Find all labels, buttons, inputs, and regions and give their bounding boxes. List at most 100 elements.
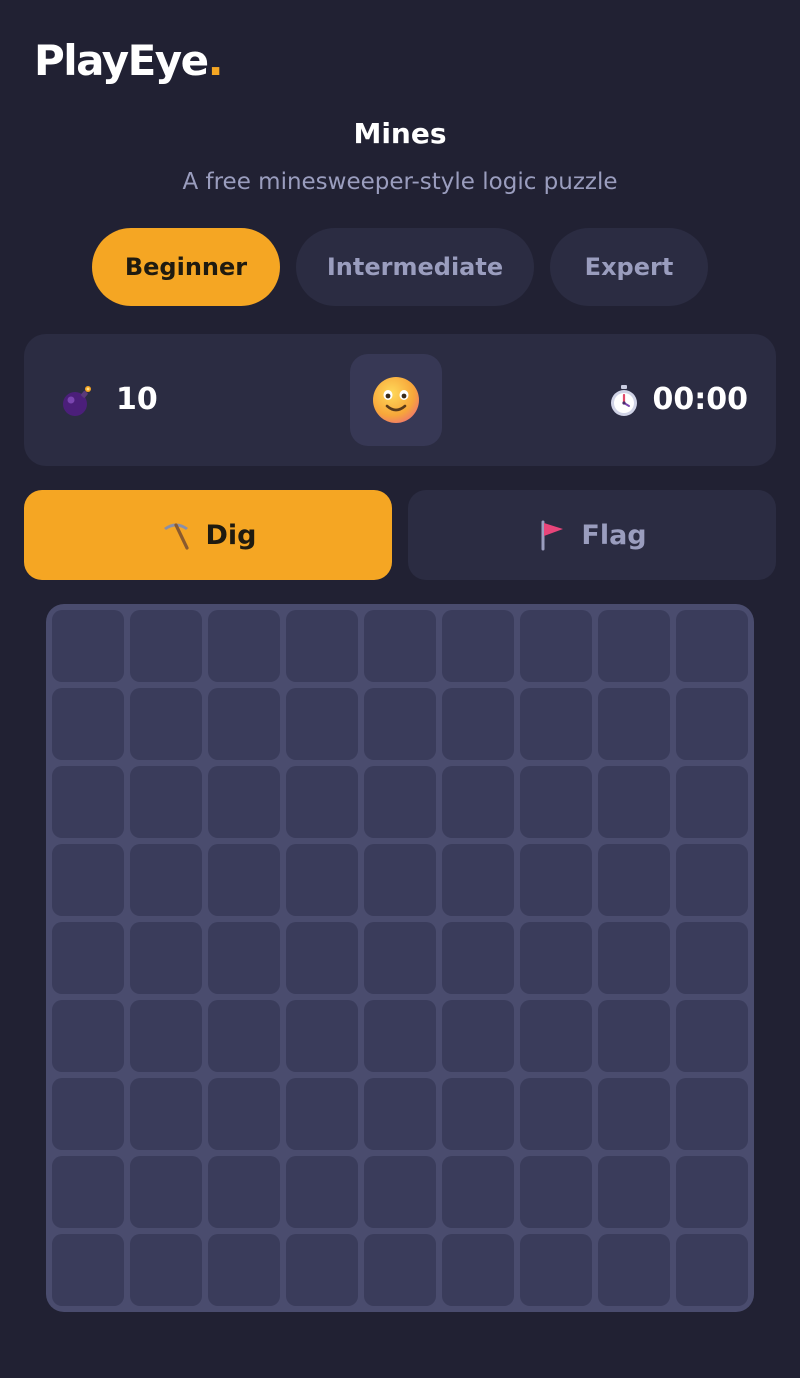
board-cell[interactable] [598,1000,670,1072]
board-cell[interactable] [520,1078,592,1150]
board-cell[interactable] [520,1000,592,1072]
board-cell[interactable] [52,1156,124,1228]
board-cell[interactable] [208,922,280,994]
board-cell[interactable] [130,610,202,682]
board-cell[interactable] [52,688,124,760]
board-cell[interactable] [286,766,358,838]
board-cell[interactable] [52,844,124,916]
board-cell[interactable] [520,922,592,994]
board-cell[interactable] [286,1234,358,1306]
board-cell[interactable] [364,1000,436,1072]
board-cell[interactable] [442,1000,514,1072]
board-cell[interactable] [52,1000,124,1072]
board-cell[interactable] [442,922,514,994]
board-cell[interactable] [676,1234,748,1306]
board-cell[interactable] [130,1078,202,1150]
board-cell[interactable] [676,688,748,760]
board-cell[interactable] [208,844,280,916]
board-cell[interactable] [520,688,592,760]
pickaxe-icon [163,523,189,550]
board-cell[interactable] [364,766,436,838]
board-cell[interactable] [364,844,436,916]
board-cell[interactable] [52,922,124,994]
board-cell[interactable] [364,610,436,682]
board-cell[interactable] [130,844,202,916]
board-cell[interactable] [598,1078,670,1150]
board-cell[interactable] [364,1156,436,1228]
board-cell[interactable] [598,610,670,682]
stopwatch-icon [611,385,637,416]
board-cell[interactable] [676,766,748,838]
board-cell[interactable] [286,922,358,994]
status-bar: 10 00:00 [24,334,776,466]
board-cell[interactable] [208,688,280,760]
flag-mode-label: Flag [581,519,647,551]
board-cell[interactable] [598,1234,670,1306]
board-cell[interactable] [130,1000,202,1072]
board-cell[interactable] [676,922,748,994]
board-cell[interactable] [598,766,670,838]
board-cell[interactable] [286,1000,358,1072]
board-cell[interactable] [364,688,436,760]
page-title: Mines [353,117,447,150]
board-cell[interactable] [598,922,670,994]
board-cell[interactable] [130,1156,202,1228]
bomb-icon [63,386,91,416]
board-cell[interactable] [676,1078,748,1150]
difficulty-expert-button[interactable]: Expert [550,228,708,306]
board-cell[interactable] [598,688,670,760]
board-cell[interactable] [520,766,592,838]
board-cell[interactable] [598,1156,670,1228]
board-cell[interactable] [52,1078,124,1150]
board-cell[interactable] [130,1234,202,1306]
board-cell[interactable] [286,1078,358,1150]
board-cell[interactable] [676,610,748,682]
flag-mode-button[interactable]: Flag [408,490,776,580]
reset-face-button[interactable] [350,354,442,446]
board-cell[interactable] [520,1156,592,1228]
board-cell[interactable] [52,610,124,682]
board-cell[interactable] [442,1234,514,1306]
board-cell[interactable] [520,844,592,916]
difficulty-intermediate-button[interactable]: Intermediate [296,228,534,306]
board-cell[interactable] [130,688,202,760]
board-cell[interactable] [286,1156,358,1228]
board-cell[interactable] [520,610,592,682]
game-board [46,604,754,1312]
board-cell[interactable] [208,766,280,838]
board-cell[interactable] [286,688,358,760]
difficulty-beginner-button[interactable]: Beginner [92,228,280,306]
board-cell[interactable] [208,1234,280,1306]
board-cell[interactable] [442,766,514,838]
board-cell[interactable] [208,610,280,682]
board-cell[interactable] [130,766,202,838]
dig-mode-button[interactable]: Dig [24,490,392,580]
page-subtitle: A free minesweeper-style logic puzzle [182,169,618,195]
board-cell[interactable] [598,844,670,916]
board-cell[interactable] [130,922,202,994]
board-cell[interactable] [286,610,358,682]
board-cell[interactable] [364,922,436,994]
board-cell[interactable] [208,1078,280,1150]
brand-logo[interactable]: PlayEye. [34,34,224,88]
board-cell[interactable] [442,610,514,682]
board-cell[interactable] [442,688,514,760]
board-cell[interactable] [442,1078,514,1150]
board-cell[interactable] [364,1234,436,1306]
board-cell[interactable] [52,766,124,838]
board-cell[interactable] [364,1078,436,1150]
board-cell[interactable] [442,844,514,916]
board-cell[interactable] [286,844,358,916]
smiling-face-icon [373,377,419,423]
board-cell[interactable] [208,1156,280,1228]
board-cell[interactable] [52,1234,124,1306]
flag-icon [541,520,564,551]
board-cell[interactable] [676,1000,748,1072]
board-cell[interactable] [520,1234,592,1306]
board-cell[interactable] [442,1156,514,1228]
board-cell[interactable] [676,1156,748,1228]
timer-display: 00:00 [652,382,749,417]
brand-name: PlayEye [34,36,209,85]
board-cell[interactable] [208,1000,280,1072]
board-cell[interactable] [676,844,748,916]
